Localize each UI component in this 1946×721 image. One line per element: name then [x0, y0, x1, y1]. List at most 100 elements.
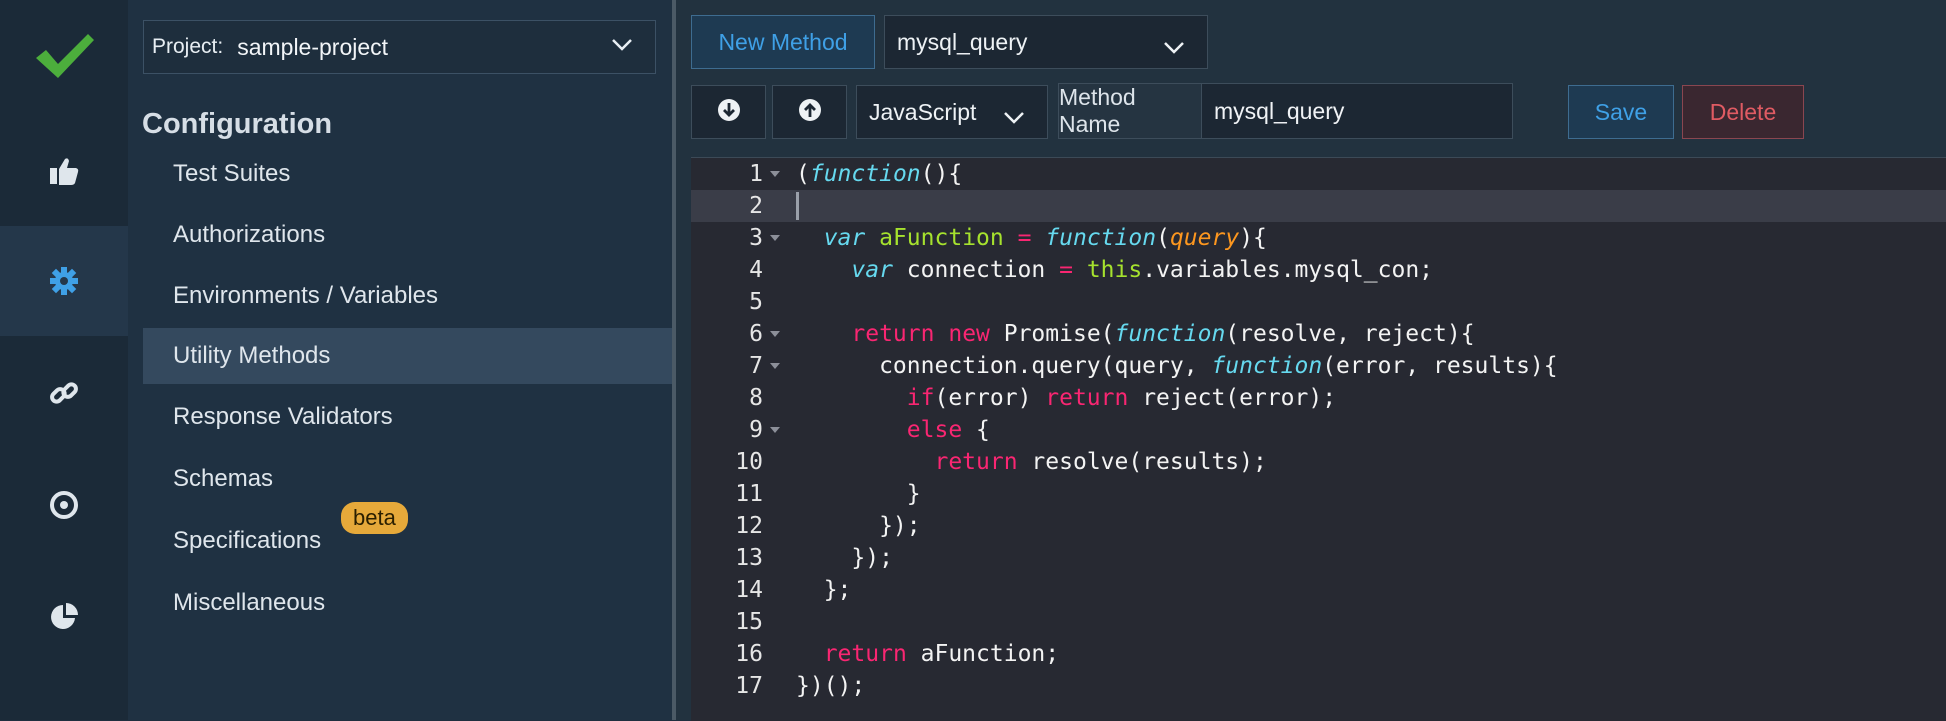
- code-line: 6 return new Promise(function(resolve, r…: [691, 318, 1946, 350]
- sidebar: Project: sample-project Configuration Te…: [128, 0, 672, 720]
- language-select[interactable]: JavaScript: [856, 85, 1048, 139]
- line-number: 12: [735, 513, 763, 539]
- sidebar-item-label: Response Validators: [173, 403, 393, 430]
- code-text: return resolve(results);: [934, 449, 1267, 475]
- sidebar-item-miscellaneous[interactable]: Miscellaneous: [143, 575, 672, 631]
- fold-arrow-icon[interactable]: [770, 171, 780, 177]
- sidebar-item-utility-methods[interactable]: Utility Methods: [143, 328, 672, 384]
- download-button[interactable]: [691, 85, 766, 139]
- sidebar-item-label: Environments / Variables: [173, 282, 439, 309]
- logo-check-icon[interactable]: [0, 0, 128, 112]
- upload-button[interactable]: [772, 85, 847, 139]
- new-method-button[interactable]: New Method: [691, 15, 875, 69]
- code-line: 10 return resolve(results);: [691, 446, 1946, 478]
- method-name-input[interactable]: [1201, 84, 1512, 138]
- line-number: 15: [735, 609, 763, 635]
- chevron-down-icon: [611, 38, 633, 57]
- code-text: });: [796, 513, 921, 539]
- pie-chart-icon[interactable]: [0, 562, 128, 672]
- code-text: connection.query(query, function(error, …: [796, 353, 1558, 379]
- code-line: 8 if(error) return reject(error);: [691, 382, 1946, 414]
- code-text: })();: [796, 673, 866, 699]
- link-icon[interactable]: [0, 338, 128, 448]
- code-text: return aFunction;: [823, 641, 1060, 667]
- line-number: 1: [749, 161, 763, 187]
- line-number: 2: [749, 193, 763, 219]
- code-line-active: 2: [691, 190, 1946, 222]
- chevron-down-icon: [1163, 34, 1185, 61]
- arrow-up-circle-icon: [798, 98, 822, 127]
- chevron-down-icon: [1003, 104, 1025, 131]
- line-number: 9: [749, 417, 763, 443]
- fold-arrow-icon[interactable]: [770, 363, 780, 369]
- code-line: 12 });: [691, 510, 1946, 542]
- code-line: 3 var aFunction = function(query){: [691, 222, 1946, 254]
- line-number: 16: [735, 641, 763, 667]
- code-line: 1 (function(){: [691, 158, 1946, 190]
- code-text: };: [796, 577, 852, 603]
- sidebar-item-label: Miscellaneous: [173, 589, 326, 616]
- delete-button[interactable]: Delete: [1682, 85, 1804, 139]
- line-number: 6: [749, 321, 763, 347]
- code-text: var connection = this.variables.mysql_co…: [851, 257, 1434, 283]
- target-icon[interactable]: [0, 450, 128, 560]
- gear-icon[interactable]: [0, 226, 128, 336]
- code-line: 11 }: [691, 478, 1946, 510]
- sidebar-item-authorizations[interactable]: Authorizations: [143, 207, 672, 263]
- line-number: 17: [735, 673, 763, 699]
- code-line: 16 return aFunction;: [691, 638, 1946, 670]
- method-select-value: mysql_query: [897, 28, 1028, 55]
- code-line: 13 });: [691, 542, 1946, 574]
- text-cursor: [796, 192, 799, 220]
- sidebar-item-label: Schemas: [173, 465, 274, 492]
- code-text: (function(){: [796, 161, 963, 187]
- configuration-heading: Configuration: [142, 108, 333, 140]
- code-line: 9 else {: [691, 414, 1946, 446]
- code-line: 15: [691, 606, 1946, 638]
- project-label: Project:: [152, 35, 224, 58]
- method-name-group: Method Name: [1058, 83, 1513, 139]
- code-text: return new Promise(function(resolve, rej…: [851, 321, 1475, 347]
- icon-rail: [0, 0, 128, 720]
- line-number: 3: [749, 225, 763, 251]
- line-number: 11: [735, 481, 763, 507]
- code-line: 4 var connection = this.variables.mysql_…: [691, 254, 1946, 286]
- beta-badge: beta: [341, 502, 408, 534]
- sidebar-item-label: Utility Methods: [173, 342, 331, 369]
- sidebar-item-schemas[interactable]: Schemas: [143, 451, 672, 507]
- code-line: 14 };: [691, 574, 1946, 606]
- line-number: 8: [749, 385, 763, 411]
- arrow-down-circle-icon: [717, 98, 741, 127]
- project-select[interactable]: Project: sample-project: [143, 20, 656, 74]
- sidebar-item-label: Specifications: [173, 527, 322, 554]
- fold-arrow-icon[interactable]: [770, 427, 780, 433]
- line-number: 14: [735, 577, 763, 603]
- project-value: sample-project: [237, 33, 389, 60]
- main-panel: New Method mysql_query JavaScript Method…: [676, 0, 1946, 721]
- sidebar-item-label: Authorizations: [173, 221, 326, 248]
- code-text: else {: [906, 417, 990, 443]
- thumbs-up-icon[interactable]: [0, 116, 128, 226]
- code-line: 17 })();: [691, 670, 1946, 702]
- code-text: });: [796, 545, 893, 571]
- code-text: if(error) return reject(error);: [906, 385, 1337, 411]
- method-select[interactable]: mysql_query: [884, 15, 1208, 69]
- sidebar-item-response-validators[interactable]: Response Validators: [143, 389, 672, 445]
- sidebar-item-environments-variables[interactable]: Environments / Variables: [143, 268, 672, 324]
- line-number: 4: [749, 257, 763, 283]
- sidebar-item-label: Test Suites: [173, 160, 291, 187]
- line-number: 7: [749, 353, 763, 379]
- language-select-value: JavaScript: [869, 98, 977, 125]
- sidebar-item-test-suites[interactable]: Test Suites: [143, 146, 672, 202]
- method-name-label: Method Name: [1059, 84, 1136, 137]
- fold-arrow-icon[interactable]: [770, 235, 780, 241]
- code-text: }: [796, 481, 921, 507]
- save-button[interactable]: Save: [1568, 85, 1674, 139]
- line-number: 13: [735, 545, 763, 571]
- code-line: 7 connection.query(query, function(error…: [691, 350, 1946, 382]
- code-text: var aFunction = function(query){: [823, 225, 1267, 251]
- fold-arrow-icon[interactable]: [770, 331, 780, 337]
- line-number: 10: [735, 449, 763, 475]
- code-editor[interactable]: 1 (function(){ 2 3 var aFunction = funct…: [691, 157, 1946, 721]
- line-number: 5: [749, 289, 763, 315]
